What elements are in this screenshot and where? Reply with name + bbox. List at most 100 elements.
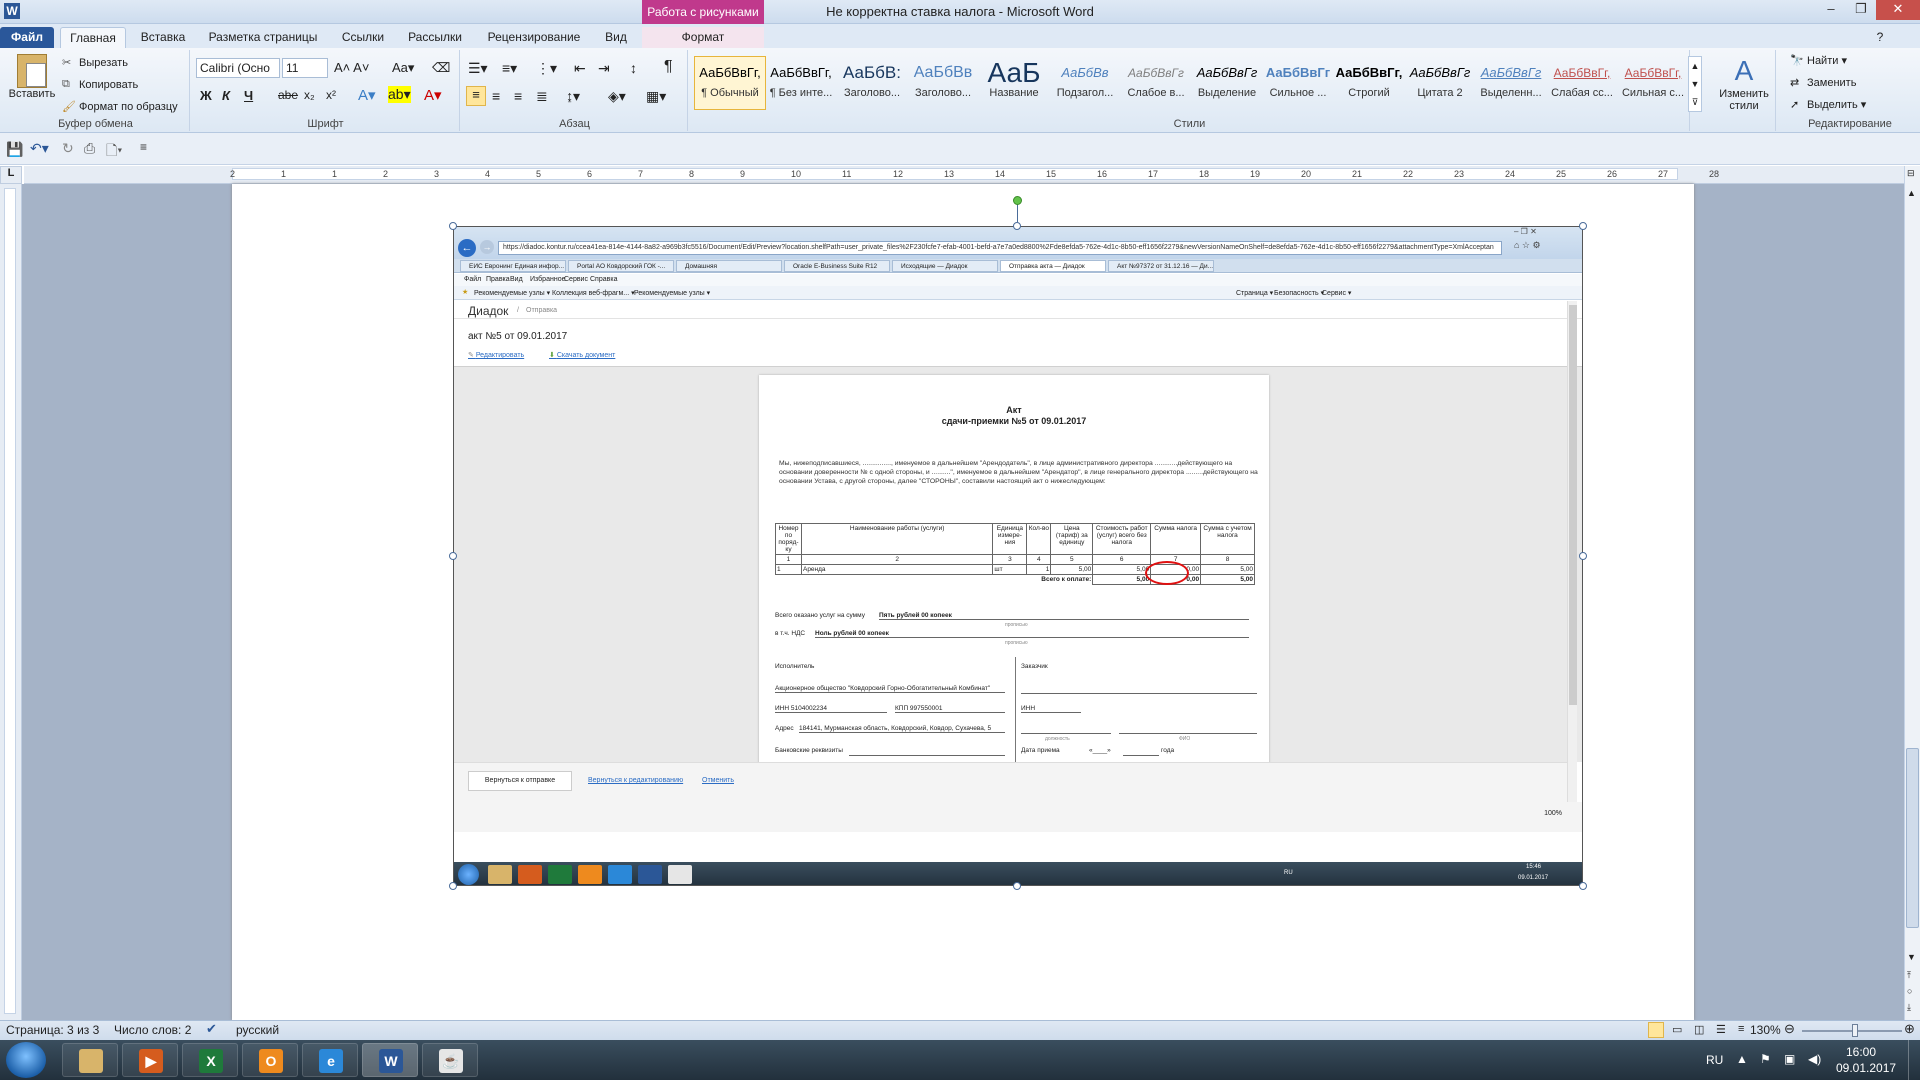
line-spacing-button[interactable]: ↨▾	[566, 88, 580, 105]
pilcrow-button[interactable]: ¶	[664, 58, 673, 76]
ie-tab[interactable]: Исходящие — Диадок	[892, 260, 998, 272]
bullets-button[interactable]: ☰▾	[468, 60, 488, 77]
style-11[interactable]: АаБбВвГг Выделенн...	[1475, 56, 1547, 110]
diadoc-logo[interactable]: Диадок	[468, 304, 508, 318]
browse-object-icon[interactable]: ○	[1907, 986, 1912, 996]
italic-button[interactable]: К	[222, 88, 230, 103]
tab-insert[interactable]: Вставка	[132, 27, 194, 48]
style-13[interactable]: АаБбВвГг, Сильная с...	[1617, 56, 1689, 110]
tab-file[interactable]: Файл	[0, 27, 54, 48]
superscript-button[interactable]: x²	[326, 88, 336, 102]
favorites-star-icon[interactable]: ★	[462, 288, 468, 296]
tab-page-layout[interactable]: Разметка страницы	[200, 27, 326, 48]
font-color-button[interactable]: A▾	[424, 86, 442, 104]
zoom-slider-thumb[interactable]	[1852, 1024, 1858, 1037]
style-5[interactable]: АаБбВв Подзагол...	[1049, 56, 1121, 110]
paste-button[interactable]: Вставить	[8, 54, 56, 116]
style-4[interactable]: АаБ Название	[978, 56, 1050, 110]
undo-icon[interactable]: ↶▾	[30, 140, 49, 157]
print-preview-icon[interactable]: 🗋▾	[106, 140, 122, 164]
word-count[interactable]: Число слов: 2	[114, 1023, 191, 1037]
cut-button[interactable]: ✂ Вырезать	[62, 56, 128, 70]
resize-handle-l[interactable]	[449, 552, 457, 560]
tab-review[interactable]: Рецензирование	[476, 27, 592, 48]
close-icon[interactable]: ✕	[1876, 0, 1920, 20]
resize-handle-tl[interactable]	[449, 222, 457, 230]
help-icon[interactable]: ?	[1870, 27, 1890, 48]
back-icon[interactable]: ←	[458, 239, 476, 257]
tray-language[interactable]: RU	[1706, 1053, 1723, 1067]
reading-view-icon[interactable]: ▭	[1672, 1023, 1682, 1036]
copy-button[interactable]: ⧉ Копировать	[62, 78, 138, 92]
numbering-button[interactable]: ≡▾	[502, 60, 517, 77]
tray-date[interactable]: 09.01.2017	[1836, 1061, 1896, 1075]
ie-tab[interactable]: Домашняя	[676, 260, 782, 272]
start-button[interactable]	[6, 1042, 46, 1078]
zoom-level[interactable]: 130%	[1750, 1023, 1781, 1037]
resize-handle-br[interactable]	[1579, 882, 1587, 890]
taskbar-outlook[interactable]: O	[242, 1043, 298, 1077]
ie-menu-item[interactable]: Справка	[590, 276, 617, 283]
language[interactable]: русский	[236, 1023, 279, 1037]
align-right-button[interactable]: ≡	[514, 88, 522, 104]
resize-handle-r[interactable]	[1579, 552, 1587, 560]
back-to-send-button[interactable]: Вернуться к отправке	[468, 771, 572, 791]
ie-toolbar-icons[interactable]: ⌂ ☆ ⚙	[1514, 240, 1541, 251]
align-center-button[interactable]: ≡	[492, 88, 500, 104]
ie-scroll-thumb[interactable]	[1569, 305, 1577, 705]
align-left-button[interactable]: ≡	[466, 86, 486, 106]
outline-view-icon[interactable]: ☰	[1716, 1023, 1726, 1036]
back-to-edit-link[interactable]: Вернуться к редактированию	[588, 777, 683, 784]
taskbar-word[interactable]: W	[362, 1043, 418, 1077]
address-bar[interactable]: https://diadoc.kontur.ru/ccea41ea-814e-4…	[498, 241, 1502, 255]
decrease-indent-button[interactable]: ⇤	[574, 60, 586, 77]
edit-link[interactable]: ✎ Редактировать	[468, 351, 524, 359]
ie-fav-item[interactable]: Коллекция веб-фрагм... ▾	[552, 289, 635, 297]
style-0[interactable]: АаБбВвГг, ¶ Обычный	[694, 56, 766, 110]
justify-button[interactable]: ≣	[536, 88, 548, 105]
show-desktop-button[interactable]	[1908, 1040, 1920, 1080]
redo-icon[interactable]: ↻	[62, 140, 74, 157]
print-icon[interactable]: ⎙	[84, 140, 95, 157]
tab-mailings[interactable]: Рассылки	[400, 27, 470, 48]
ie-fav-item[interactable]: Рекомендуемые узлы ▾	[474, 289, 550, 297]
style-12[interactable]: АаБбВвГг, Слабая сс...	[1546, 56, 1618, 110]
multilevel-button[interactable]: ⋮▾	[536, 60, 557, 77]
sort-button[interactable]: ↕	[630, 60, 637, 76]
scroll-thumb[interactable]	[1906, 748, 1919, 928]
style-2[interactable]: АаБбВ: Заголово...	[836, 56, 908, 110]
ie-menu-item[interactable]: Избранное	[530, 276, 565, 283]
zoom-in-icon[interactable]: ⊕	[1904, 1021, 1915, 1037]
vertical-ruler[interactable]	[0, 184, 22, 1020]
ie-fav-item[interactable]: Рекомендуемые узлы ▾	[634, 289, 710, 297]
horizontal-ruler[interactable]: 2 1 1 2 3 4 5 6 7 8 9 10 11 12 13 14 15 16 17 18 19 20 21 22 23 2…	[24, 166, 1904, 184]
text-effects-button[interactable]: A▾	[358, 86, 376, 104]
ie-window-controls[interactable]: – ❐ ✕	[1514, 227, 1537, 236]
ie-zoom[interactable]: 100%	[1544, 810, 1562, 817]
resize-handle-b[interactable]	[1013, 882, 1021, 890]
ie-tab[interactable]: Отправка акта — Диадок	[1000, 260, 1106, 272]
inner-excel-icon[interactable]	[548, 865, 572, 884]
ie-scrollbar[interactable]	[1567, 301, 1577, 831]
rotate-handle[interactable]	[1013, 196, 1022, 205]
inner-tray-lang[interactable]: RU	[1284, 870, 1293, 876]
tray-network-icon[interactable]: ▣	[1784, 1052, 1795, 1066]
vertical-scrollbar[interactable]: ⊟ ▲ ▼ ⤒ ○ ⤓	[1904, 166, 1920, 1020]
change-styles-button[interactable]: A Изменить стили	[1716, 54, 1772, 112]
grow-font-button[interactable]: A˄ A˅	[334, 60, 369, 75]
forward-icon[interactable]: →	[480, 240, 494, 254]
font-size-select[interactable]: 11	[282, 58, 328, 78]
resize-handle-tr[interactable]	[1579, 222, 1587, 230]
ie-cmd-item[interactable]: Сервис ▾	[1322, 289, 1351, 297]
tray-time[interactable]: 16:00	[1846, 1045, 1876, 1059]
bold-button[interactable]: Ж	[200, 88, 212, 103]
breadcrumb[interactable]: Отправка	[526, 307, 557, 314]
ie-tab[interactable]: Акт №97372 от 31.12.16 — Ди...	[1108, 260, 1214, 272]
download-link[interactable]: ⬇ Скачать документ	[549, 351, 615, 359]
styles-scroll[interactable]: ▲ ▼ ⊽	[1688, 56, 1702, 112]
tray-flag-icon[interactable]: ⚑	[1760, 1052, 1771, 1066]
increase-indent-button[interactable]: ⇥	[598, 60, 610, 77]
inner-media-icon[interactable]	[518, 865, 542, 884]
subscript-button[interactable]: x₂	[304, 88, 315, 102]
style-8[interactable]: АаБбВвГг Сильное ...	[1262, 56, 1334, 110]
